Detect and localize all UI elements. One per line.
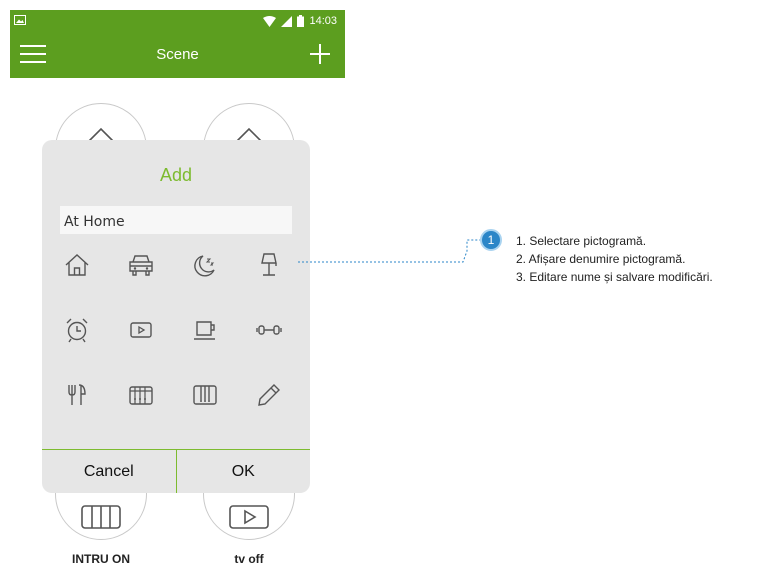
dumbbell-icon[interactable]: [249, 310, 289, 350]
add-scene-icon[interactable]: [307, 40, 333, 68]
scene-label-intru-on: INTRU ON: [72, 552, 130, 566]
scene-name-input[interactable]: [60, 206, 292, 234]
car-icon[interactable]: [121, 245, 161, 285]
wifi-icon: [263, 15, 277, 27]
dialog-button-row: Cancel OK: [42, 449, 310, 493]
lamp-icon[interactable]: [249, 245, 289, 285]
callout-steps-list: 1. Selectare pictogramă. 2. Afișare denu…: [516, 232, 713, 286]
page-title: Scene: [156, 46, 199, 63]
gallery-notification-icon: [14, 15, 26, 25]
signal-icon: [281, 15, 293, 27]
cancel-button[interactable]: Cancel: [42, 450, 176, 493]
tv-play-icon[interactable]: [121, 310, 161, 350]
callout-step: 1. Selectare pictogramă.: [516, 234, 647, 248]
callout-step: 2. Afișare denumire pictogramă.: [516, 252, 686, 266]
status-bar: 14:03: [10, 10, 345, 32]
curtain-icon[interactable]: [185, 375, 225, 415]
status-indicators: 14:03: [263, 12, 337, 30]
coffee-cup-icon[interactable]: [185, 310, 225, 350]
callout-badge: 1: [480, 229, 502, 251]
dialog-title: Add: [159, 165, 193, 185]
ok-button[interactable]: OK: [177, 450, 311, 493]
dining-icon[interactable]: [57, 375, 97, 415]
piano-icon[interactable]: [121, 375, 161, 415]
app-bar: Scene: [10, 32, 345, 78]
battery-icon: [297, 15, 305, 27]
pencil-icon[interactable]: [249, 375, 289, 415]
home-icon[interactable]: [57, 245, 97, 285]
alarm-clock-icon[interactable]: [57, 310, 97, 350]
screenshot-stage: 14:03 Scene INTRU ON tv off Add At Home …: [0, 0, 778, 569]
scene-label-tv-off: tv off: [234, 552, 264, 566]
status-time: 14:03: [309, 15, 337, 27]
phone-screen: 14:03 Scene INTRU ON tv off Add At Home …: [10, 10, 345, 569]
add-scene-dialog: Add At Home Cancel OK: [42, 140, 310, 493]
moon-sleep-icon[interactable]: [185, 245, 225, 285]
callout-step: 3. Editare nume și salvare modificări.: [516, 270, 713, 284]
